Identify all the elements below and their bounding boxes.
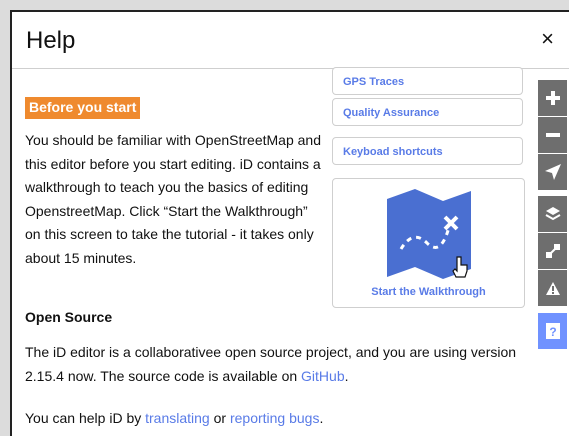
help-panel: Help × Before you start You should be fa… <box>10 10 569 436</box>
open-source-paragraph: The iD editor is a collaborativee open s… <box>25 341 545 388</box>
github-link[interactable]: GitHub <box>301 368 345 384</box>
doc-link-keyboard-shortcuts[interactable]: Keyboad shortcuts <box>332 137 523 165</box>
zoom-out-icon <box>545 133 560 137</box>
open-source-text: The iD editor is a collaborativee open s… <box>25 344 517 384</box>
open-source-text-end: . <box>344 367 349 384</box>
map-walkthrough-icon <box>387 189 471 279</box>
reporting-bugs-link[interactable]: reporting bugs <box>230 410 320 426</box>
help-button[interactable]: ? <box>538 313 567 349</box>
map-data-button[interactable] <box>538 233 567 269</box>
zoom-out-button[interactable] <box>538 117 567 153</box>
geolocate-icon <box>544 164 561 180</box>
start-walkthrough-button[interactable]: Start the Walkthrough <box>332 178 525 308</box>
issues-button[interactable] <box>538 270 567 306</box>
svg-text:?: ? <box>549 325 556 339</box>
doc-link-gps-traces[interactable]: GPS Traces <box>332 67 523 95</box>
panel-title: Help <box>26 27 76 54</box>
close-button[interactable]: × <box>541 28 554 50</box>
help-id-or: or <box>209 410 230 426</box>
doc-link-quality-assurance[interactable]: Quality Assurance <box>332 98 523 126</box>
help-content: Before you start You should be familiar … <box>12 67 529 436</box>
help-id-end: . <box>319 410 324 426</box>
before-you-start-text: You should be familiar with OpenStreetMa… <box>25 132 321 266</box>
map-data-icon <box>545 244 560 258</box>
zoom-in-button[interactable] <box>538 80 567 116</box>
help-header: Help × <box>12 12 569 69</box>
background-layers-button[interactable] <box>538 196 567 232</box>
before-you-start-heading: Before you start <box>25 97 141 119</box>
help-id-text: You can help iD by <box>25 410 146 426</box>
help-icon: ? <box>545 323 560 339</box>
geolocate-button[interactable] <box>538 154 567 190</box>
open-source-heading: Open Source <box>25 309 113 325</box>
translating-link[interactable]: translating <box>145 410 210 426</box>
walkthrough-label: Start the Walkthrough <box>371 286 486 298</box>
issues-icon <box>545 281 560 295</box>
zoom-in-icon <box>545 91 560 105</box>
help-id-paragraph: You can help iD by translating or report… <box>25 407 545 431</box>
layers-icon <box>545 207 560 221</box>
map-controls: ? <box>538 80 567 436</box>
